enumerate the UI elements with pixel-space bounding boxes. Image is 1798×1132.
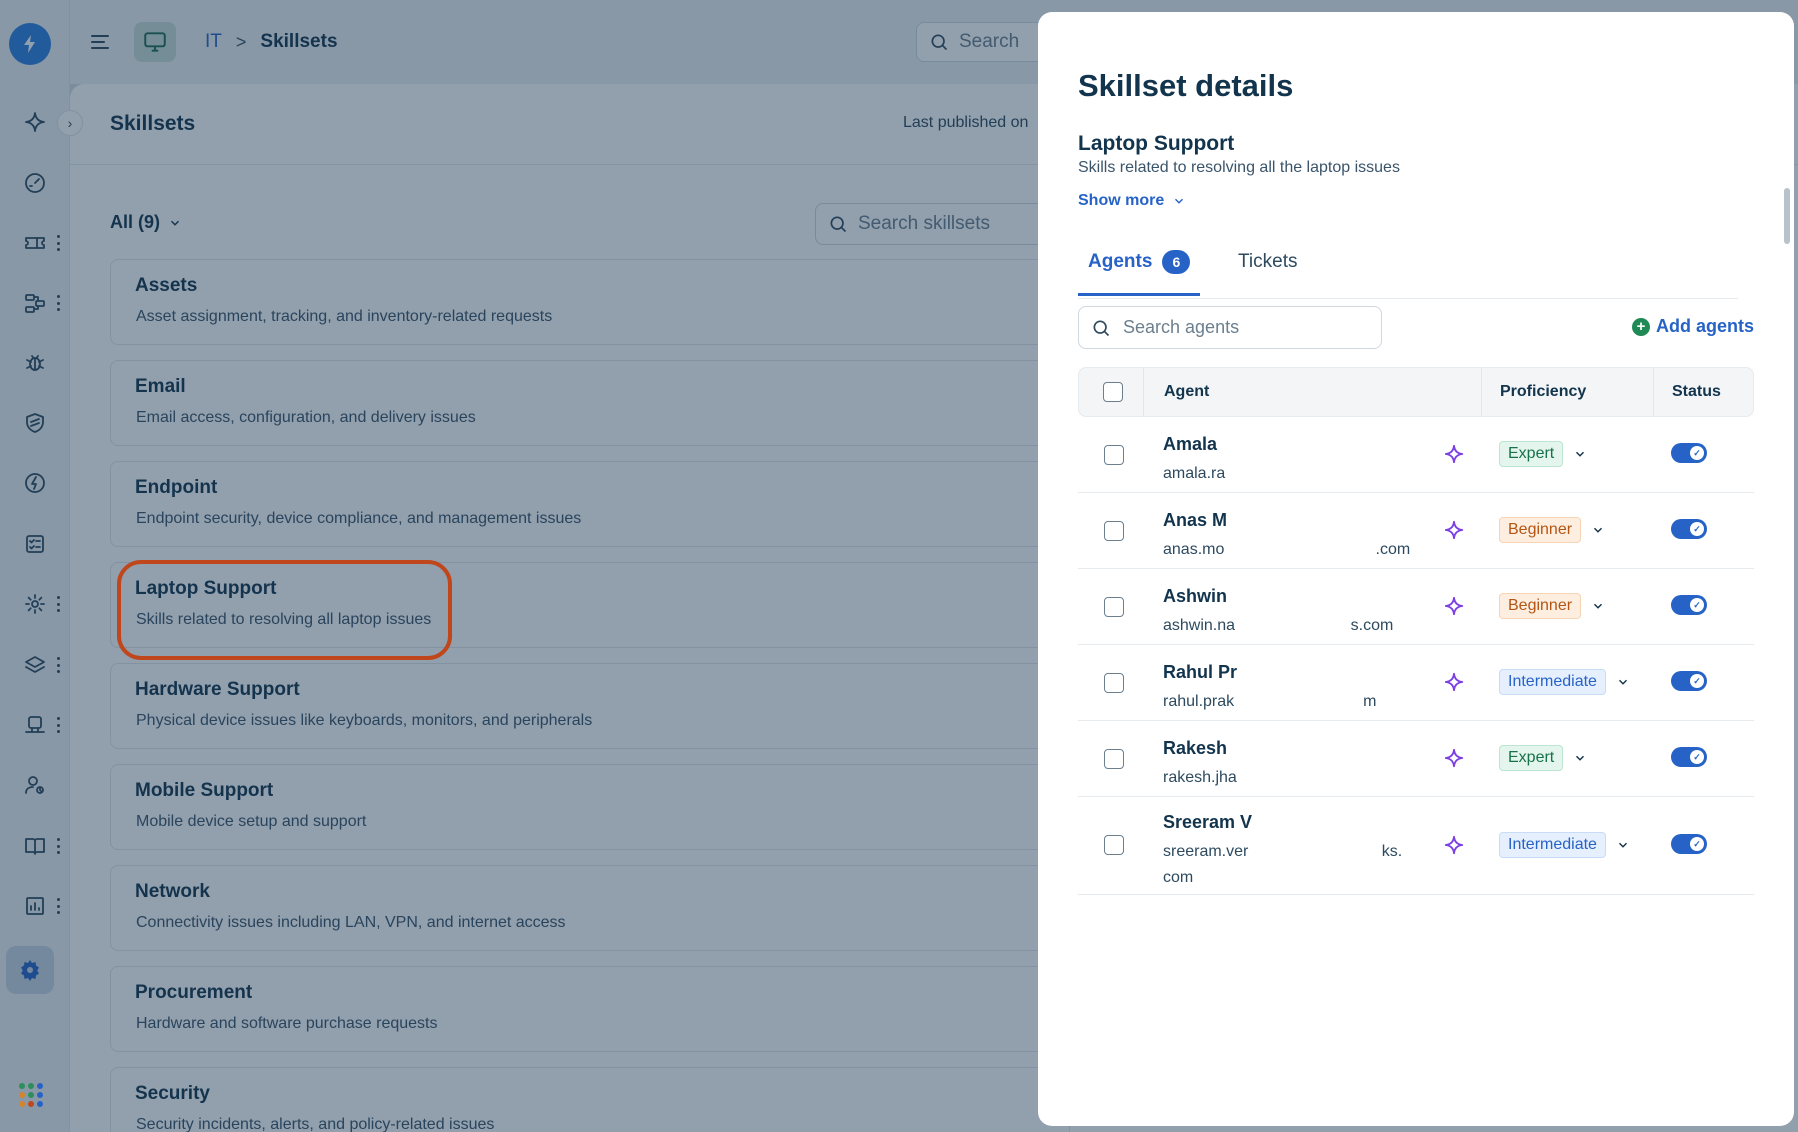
ai-sparkle-icon[interactable] — [1443, 671, 1465, 693]
add-agents-label: Add agents — [1656, 316, 1755, 336]
table-row: Amala amala.ra Expert ✓ — [1078, 417, 1754, 493]
column-header-agent[interactable]: Agent — [1164, 368, 1209, 416]
agents-count-badge: 6 — [1162, 250, 1191, 274]
agent-email: amala.ra — [1163, 465, 1226, 482]
table-row: Sreeram V sreeram.ver ks. com Intermedia… — [1078, 797, 1754, 895]
table-row: Ashwin ashwin.na s.com Beginner ✓ — [1078, 569, 1754, 645]
tabs-divider — [1078, 298, 1738, 299]
column-divider — [1653, 368, 1654, 416]
agent-name: Rahul Pr — [1163, 662, 1238, 682]
status-toggle[interactable]: ✓ — [1671, 443, 1707, 463]
agents-table: Agent Proficiency Status Amala amala.ra … — [1078, 367, 1754, 895]
status-toggle[interactable]: ✓ — [1671, 834, 1707, 854]
chevron-down-icon — [1576, 755, 1585, 761]
ai-sparkle-icon[interactable] — [1443, 519, 1465, 541]
chevron-down-icon — [1618, 679, 1627, 685]
agent-name: Sreeram V — [1163, 812, 1253, 832]
tab-agents[interactable]: Agents 6 — [1078, 248, 1200, 296]
check-icon: ✓ — [1690, 446, 1704, 460]
column-divider — [1481, 368, 1482, 416]
ai-sparkle-icon[interactable] — [1443, 595, 1465, 617]
tab-tickets[interactable]: Tickets — [1238, 251, 1297, 273]
proficiency-dropdown[interactable]: Intermediate — [1499, 832, 1630, 858]
ai-sparkle-icon[interactable] — [1443, 747, 1465, 769]
show-more-link[interactable]: Show more — [1078, 192, 1186, 210]
agent-email: rahul.prak m — [1163, 693, 1377, 710]
check-icon: ✓ — [1690, 674, 1704, 688]
row-checkbox[interactable] — [1104, 835, 1124, 855]
agent-email-continued: com — [1163, 869, 1194, 886]
proficiency-tag: Expert — [1499, 441, 1564, 467]
agent-email: rakesh.jha — [1163, 769, 1237, 786]
proficiency-dropdown[interactable]: Expert — [1499, 745, 1587, 771]
agent-name: Anas M — [1163, 510, 1228, 530]
select-all-checkbox[interactable] — [1103, 368, 1123, 416]
agent-name: Ashwin — [1163, 586, 1228, 606]
check-icon: ✓ — [1690, 522, 1704, 536]
column-divider — [1143, 368, 1144, 416]
skillset-description-text: Skills related to resolving all the lapt… — [1078, 159, 1400, 176]
panel-scrollbar[interactable] — [1784, 188, 1790, 244]
proficiency-tag: Beginner — [1499, 593, 1582, 619]
ai-sparkle-icon[interactable] — [1443, 443, 1465, 465]
proficiency-tag: Expert — [1499, 745, 1564, 771]
table-row: Rahul Pr rahul.prak m Intermediate ✓ — [1078, 645, 1754, 721]
proficiency-tag: Beginner — [1499, 517, 1582, 543]
row-checkbox[interactable] — [1104, 673, 1124, 693]
check-icon: ✓ — [1690, 750, 1704, 764]
proficiency-tag: Intermediate — [1499, 832, 1606, 858]
proficiency-dropdown[interactable]: Beginner — [1499, 593, 1605, 619]
add-agents-button[interactable]: + Add agents — [1632, 316, 1754, 337]
chevron-down-icon — [1594, 527, 1603, 533]
apps-grid-icon[interactable] — [19, 1083, 43, 1107]
proficiency-dropdown[interactable]: Intermediate — [1499, 669, 1630, 695]
row-checkbox[interactable] — [1104, 521, 1124, 541]
agent-email: anas.mo .com — [1163, 541, 1411, 558]
plus-circle-icon: + — [1632, 317, 1650, 336]
chevron-down-icon — [1576, 451, 1585, 457]
skillset-name-heading: Laptop Support — [1078, 132, 1235, 155]
check-icon: ✓ — [1690, 598, 1704, 612]
status-toggle[interactable]: ✓ — [1671, 595, 1707, 615]
show-more-label: Show more — [1078, 192, 1165, 209]
status-toggle[interactable]: ✓ — [1671, 519, 1707, 539]
agents-table-header: Agent Proficiency Status — [1078, 367, 1754, 417]
column-header-proficiency[interactable]: Proficiency — [1500, 368, 1586, 416]
agent-search-input[interactable]: Search agents — [1078, 306, 1382, 349]
table-row: Rakesh rakesh.jha Expert ✓ — [1078, 721, 1754, 797]
agent-search-placeholder: Search agents — [1123, 317, 1240, 337]
proficiency-tag: Intermediate — [1499, 669, 1606, 695]
search-icon — [1093, 320, 1110, 336]
agent-name: Rakesh — [1163, 738, 1228, 758]
annotation-highlight-ring — [117, 560, 452, 660]
check-icon: ✓ — [1690, 837, 1704, 851]
chevron-down-icon — [1175, 198, 1184, 204]
column-header-status[interactable]: Status — [1672, 368, 1721, 416]
status-toggle[interactable]: ✓ — [1671, 747, 1707, 767]
agent-email: ashwin.na s.com — [1163, 617, 1394, 634]
status-toggle[interactable]: ✓ — [1671, 671, 1707, 691]
panel-title: Skillset details — [1078, 68, 1294, 103]
chevron-down-icon — [1618, 842, 1627, 848]
row-checkbox[interactable] — [1104, 445, 1124, 465]
skillset-details-panel: Skillset details Laptop Support Skills r… — [1038, 12, 1794, 1126]
proficiency-dropdown[interactable]: Beginner — [1499, 517, 1605, 543]
table-row: Anas M anas.mo .com Beginner ✓ — [1078, 493, 1754, 569]
agent-email: sreeram.ver ks. — [1163, 843, 1403, 860]
ai-sparkle-icon[interactable] — [1443, 834, 1465, 856]
tab-agents-label: Agents — [1088, 251, 1153, 272]
row-checkbox[interactable] — [1104, 749, 1124, 769]
proficiency-dropdown[interactable]: Expert — [1499, 441, 1587, 467]
panel-tabs: Agents 6 Tickets — [1078, 248, 1733, 296]
row-checkbox[interactable] — [1104, 597, 1124, 617]
chevron-down-icon — [1594, 603, 1603, 609]
agent-name: Amala — [1163, 434, 1218, 454]
